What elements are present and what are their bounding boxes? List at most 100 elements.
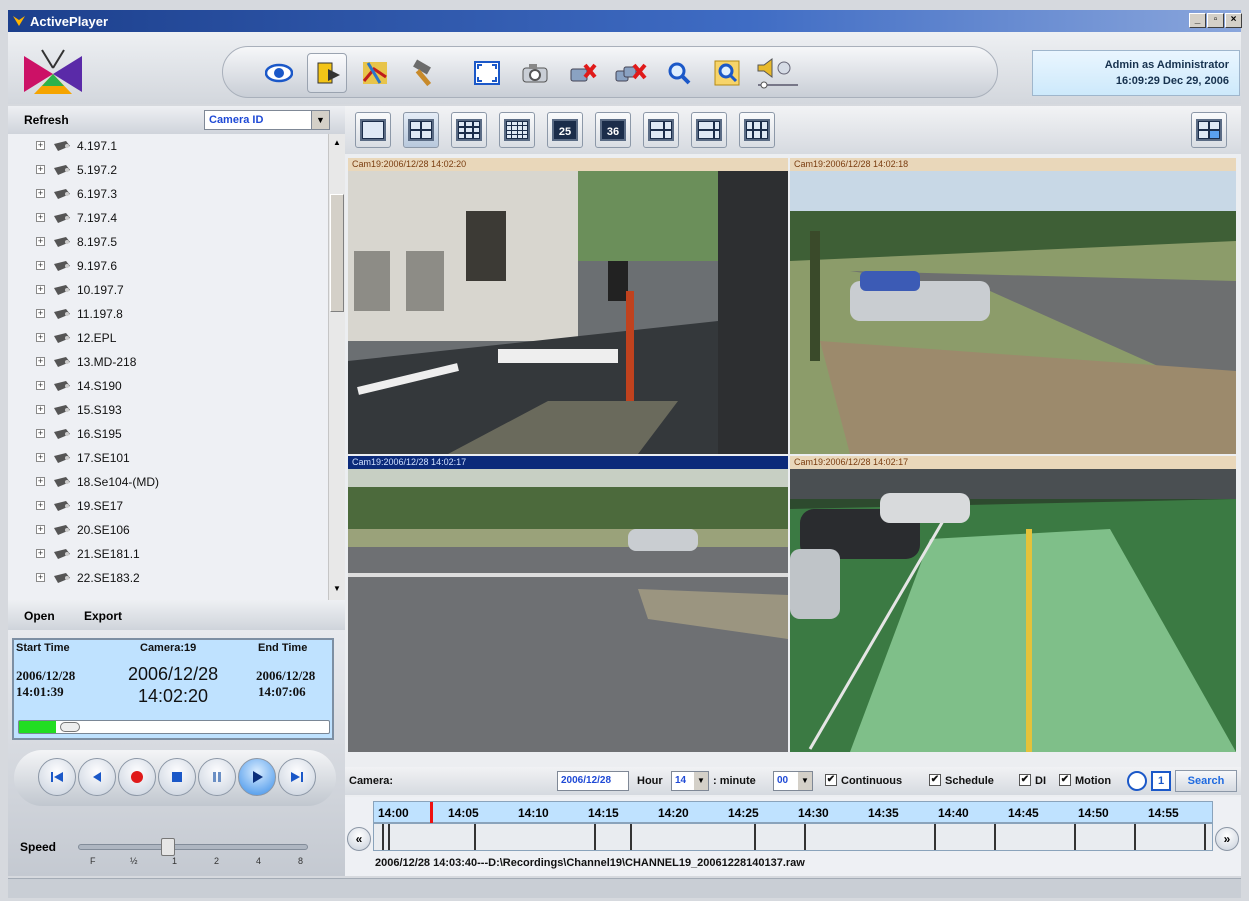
- expand-icon[interactable]: +: [36, 237, 45, 246]
- date-field[interactable]: 2006/12/28: [557, 771, 629, 791]
- disconnect-button[interactable]: [563, 53, 603, 93]
- continuous-checkbox[interactable]: ✔: [825, 774, 837, 786]
- fullscreen-button[interactable]: [467, 53, 507, 93]
- live-view-button[interactable]: [259, 53, 299, 93]
- expand-icon[interactable]: +: [36, 309, 45, 318]
- chevron-down-icon[interactable]: ▼: [798, 772, 812, 790]
- disconnect-all-button[interactable]: [611, 53, 651, 93]
- expand-icon[interactable]: +: [36, 333, 45, 342]
- clock-icon[interactable]: [1127, 771, 1147, 791]
- video-cell-1[interactable]: Cam19:2006/12/28 14:02:20: [348, 158, 788, 454]
- maximize-button[interactable]: ▫: [1207, 13, 1224, 28]
- expand-icon[interactable]: +: [36, 381, 45, 390]
- scroll-up-icon[interactable]: ▲: [330, 136, 344, 150]
- minimize-button[interactable]: _: [1189, 13, 1206, 28]
- expand-icon[interactable]: +: [36, 549, 45, 558]
- progress-knob[interactable]: [60, 722, 81, 732]
- schedule-checkbox[interactable]: ✔: [929, 774, 941, 786]
- layout-1plus5-button[interactable]: [643, 112, 679, 148]
- chevron-down-icon[interactable]: ▼: [694, 772, 708, 790]
- tree-node[interactable]: +8.197.5: [8, 230, 328, 254]
- open-menu[interactable]: Open: [24, 609, 55, 623]
- zoom-button[interactable]: [659, 53, 699, 93]
- tree-node[interactable]: +20.SE106: [8, 518, 328, 542]
- tree-node[interactable]: +10.197.7: [8, 278, 328, 302]
- expand-icon[interactable]: +: [36, 189, 45, 198]
- video-cell-3[interactable]: Cam19:2006/12/28 14:02:17: [348, 456, 788, 752]
- digital-zoom-button[interactable]: [707, 53, 747, 93]
- snapshot-button[interactable]: [515, 53, 555, 93]
- timeline-track[interactable]: [373, 823, 1213, 851]
- skip-forward-button[interactable]: [278, 758, 316, 796]
- expand-icon[interactable]: +: [36, 453, 45, 462]
- expand-icon[interactable]: +: [36, 405, 45, 414]
- record-button[interactable]: [118, 758, 156, 796]
- map-button[interactable]: [355, 53, 395, 93]
- tree-node[interactable]: +13.MD-218: [8, 350, 328, 374]
- layout-1plus7-button[interactable]: [691, 112, 727, 148]
- tree-node[interactable]: +18.Se104-(MD): [8, 470, 328, 494]
- search-button[interactable]: Search: [1175, 770, 1237, 792]
- volume-control[interactable]: [751, 53, 803, 93]
- expand-icon[interactable]: +: [36, 141, 45, 150]
- speed-slider[interactable]: [78, 838, 308, 856]
- tree-node[interactable]: +12.EPL: [8, 326, 328, 350]
- skip-back-button[interactable]: [38, 758, 76, 796]
- layout-25-button[interactable]: 25: [547, 112, 583, 148]
- refresh-button[interactable]: Refresh: [24, 113, 69, 127]
- speed-slider-knob[interactable]: [161, 838, 175, 856]
- tree-node[interactable]: +7.197.4: [8, 206, 328, 230]
- minute-select[interactable]: 00 ▼: [773, 771, 813, 791]
- expand-icon[interactable]: +: [36, 165, 45, 174]
- custom-layout-button[interactable]: [1191, 112, 1227, 148]
- tree-node[interactable]: +19.SE17: [8, 494, 328, 518]
- tree-node[interactable]: +17.SE101: [8, 446, 328, 470]
- tree-node[interactable]: +11.197.8: [8, 302, 328, 326]
- layout-4-button[interactable]: [403, 112, 439, 148]
- tree-node[interactable]: +14.S190: [8, 374, 328, 398]
- camera-filter-select[interactable]: Camera ID ▼: [204, 110, 330, 130]
- stop-button[interactable]: [158, 758, 196, 796]
- tree-node[interactable]: +22.SE183.2: [8, 566, 328, 590]
- playback-button[interactable]: [307, 53, 347, 93]
- close-button[interactable]: ×: [1225, 13, 1242, 28]
- tree-scrollbar[interactable]: ▲ ▼: [328, 134, 345, 600]
- scroll-thumb[interactable]: [330, 194, 344, 312]
- expand-icon[interactable]: +: [36, 285, 45, 294]
- layout-1-button[interactable]: [355, 112, 391, 148]
- layout-36-button[interactable]: 36: [595, 112, 631, 148]
- video-cell-4[interactable]: Cam19:2006/12/28 14:02:17: [790, 456, 1236, 752]
- expand-icon[interactable]: +: [36, 501, 45, 510]
- timeline-next-button[interactable]: »: [1215, 827, 1239, 851]
- timeline-playhead[interactable]: [430, 802, 433, 824]
- export-menu[interactable]: Export: [84, 609, 122, 623]
- di-checkbox[interactable]: ✔: [1019, 774, 1031, 786]
- layout-16-button[interactable]: [499, 112, 535, 148]
- expand-icon[interactable]: +: [36, 261, 45, 270]
- tree-node[interactable]: +4.197.1: [8, 134, 328, 158]
- timeline-prev-button[interactable]: «: [347, 827, 371, 851]
- expand-icon[interactable]: +: [36, 525, 45, 534]
- hour-select[interactable]: 14 ▼: [671, 771, 709, 791]
- tree-node[interactable]: +15.S193: [8, 398, 328, 422]
- layout-1plus12-button[interactable]: [739, 112, 775, 148]
- play-button[interactable]: [238, 758, 276, 796]
- tree-node[interactable]: +6.197.3: [8, 182, 328, 206]
- setup-button[interactable]: [403, 53, 443, 93]
- expand-icon[interactable]: +: [36, 477, 45, 486]
- video-cell-2[interactable]: Cam19:2006/12/28 14:02:18: [790, 158, 1236, 454]
- expand-icon[interactable]: +: [36, 357, 45, 366]
- motion-checkbox[interactable]: ✔: [1059, 774, 1071, 786]
- layout-9-button[interactable]: [451, 112, 487, 148]
- expand-icon[interactable]: +: [36, 429, 45, 438]
- tree-node[interactable]: +5.197.2: [8, 158, 328, 182]
- playback-progress-bar[interactable]: [18, 720, 330, 734]
- tree-node[interactable]: +9.197.6: [8, 254, 328, 278]
- one-button[interactable]: 1: [1151, 771, 1171, 791]
- pause-button[interactable]: [198, 758, 236, 796]
- scroll-down-icon[interactable]: ▼: [330, 582, 344, 596]
- expand-icon[interactable]: +: [36, 573, 45, 582]
- tree-node[interactable]: +21.SE181.1: [8, 542, 328, 566]
- rewind-button[interactable]: [78, 758, 116, 796]
- chevron-down-icon[interactable]: ▼: [311, 111, 329, 129]
